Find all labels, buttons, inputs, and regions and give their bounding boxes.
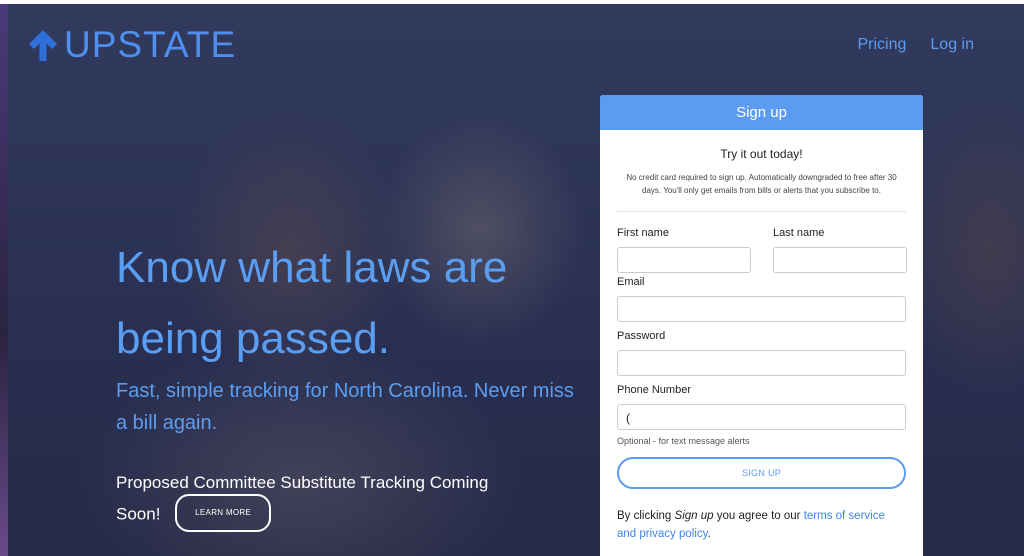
phone-label: Phone Number bbox=[617, 384, 691, 396]
brand-name: UPSTATE bbox=[64, 24, 237, 65]
signup-notice: No credit card required to sign up. Auto… bbox=[626, 173, 897, 195]
first-name-field[interactable] bbox=[617, 247, 751, 273]
brand-logo[interactable]: UPSTATE bbox=[26, 26, 236, 63]
password-label: Password bbox=[617, 330, 666, 342]
top-nav: Pricing Log in bbox=[858, 36, 975, 54]
signup-tagline: Try it out today! bbox=[720, 147, 803, 161]
phone-field[interactable]: ( bbox=[617, 404, 906, 430]
signup-card-title: Sign up bbox=[600, 95, 923, 130]
pricing-link[interactable]: Pricing bbox=[858, 36, 907, 54]
window-left-edge bbox=[0, 4, 8, 556]
terms-middle: you agree to our bbox=[713, 510, 804, 522]
hero-headline: Know what laws are being passed. bbox=[116, 243, 508, 363]
terms-text: By clicking Sign up you agree to our ter… bbox=[617, 507, 906, 543]
password-field[interactable] bbox=[617, 350, 906, 376]
window-top-edge bbox=[0, 0, 1024, 4]
phone-hint: Optional - for text message alerts bbox=[617, 436, 750, 446]
terms-prefix: By clicking bbox=[617, 510, 675, 522]
terms-suffix: . bbox=[707, 528, 711, 540]
learn-more-button[interactable]: LEARN MORE bbox=[175, 494, 272, 532]
divider bbox=[617, 211, 906, 212]
signup-card: Sign up Try it out today! No credit card… bbox=[600, 95, 923, 556]
login-link[interactable]: Log in bbox=[930, 36, 974, 54]
first-name-label: First name bbox=[617, 227, 669, 239]
promo-label: Proposed Committee Substitute Tracking C… bbox=[116, 473, 489, 524]
terms-emphasis: Sign up bbox=[674, 510, 714, 522]
promo-text: Proposed Committee Substitute Tracking C… bbox=[116, 470, 496, 534]
signup-button[interactable]: SIGN UP bbox=[617, 457, 906, 489]
last-name-label: Last name bbox=[773, 227, 825, 239]
email-field[interactable] bbox=[617, 296, 906, 322]
arrow-up-icon bbox=[26, 28, 60, 62]
hero-subline: Fast, simple tracking for North Carolina… bbox=[116, 380, 574, 434]
last-name-field[interactable] bbox=[773, 247, 907, 273]
email-label: Email bbox=[617, 276, 645, 288]
